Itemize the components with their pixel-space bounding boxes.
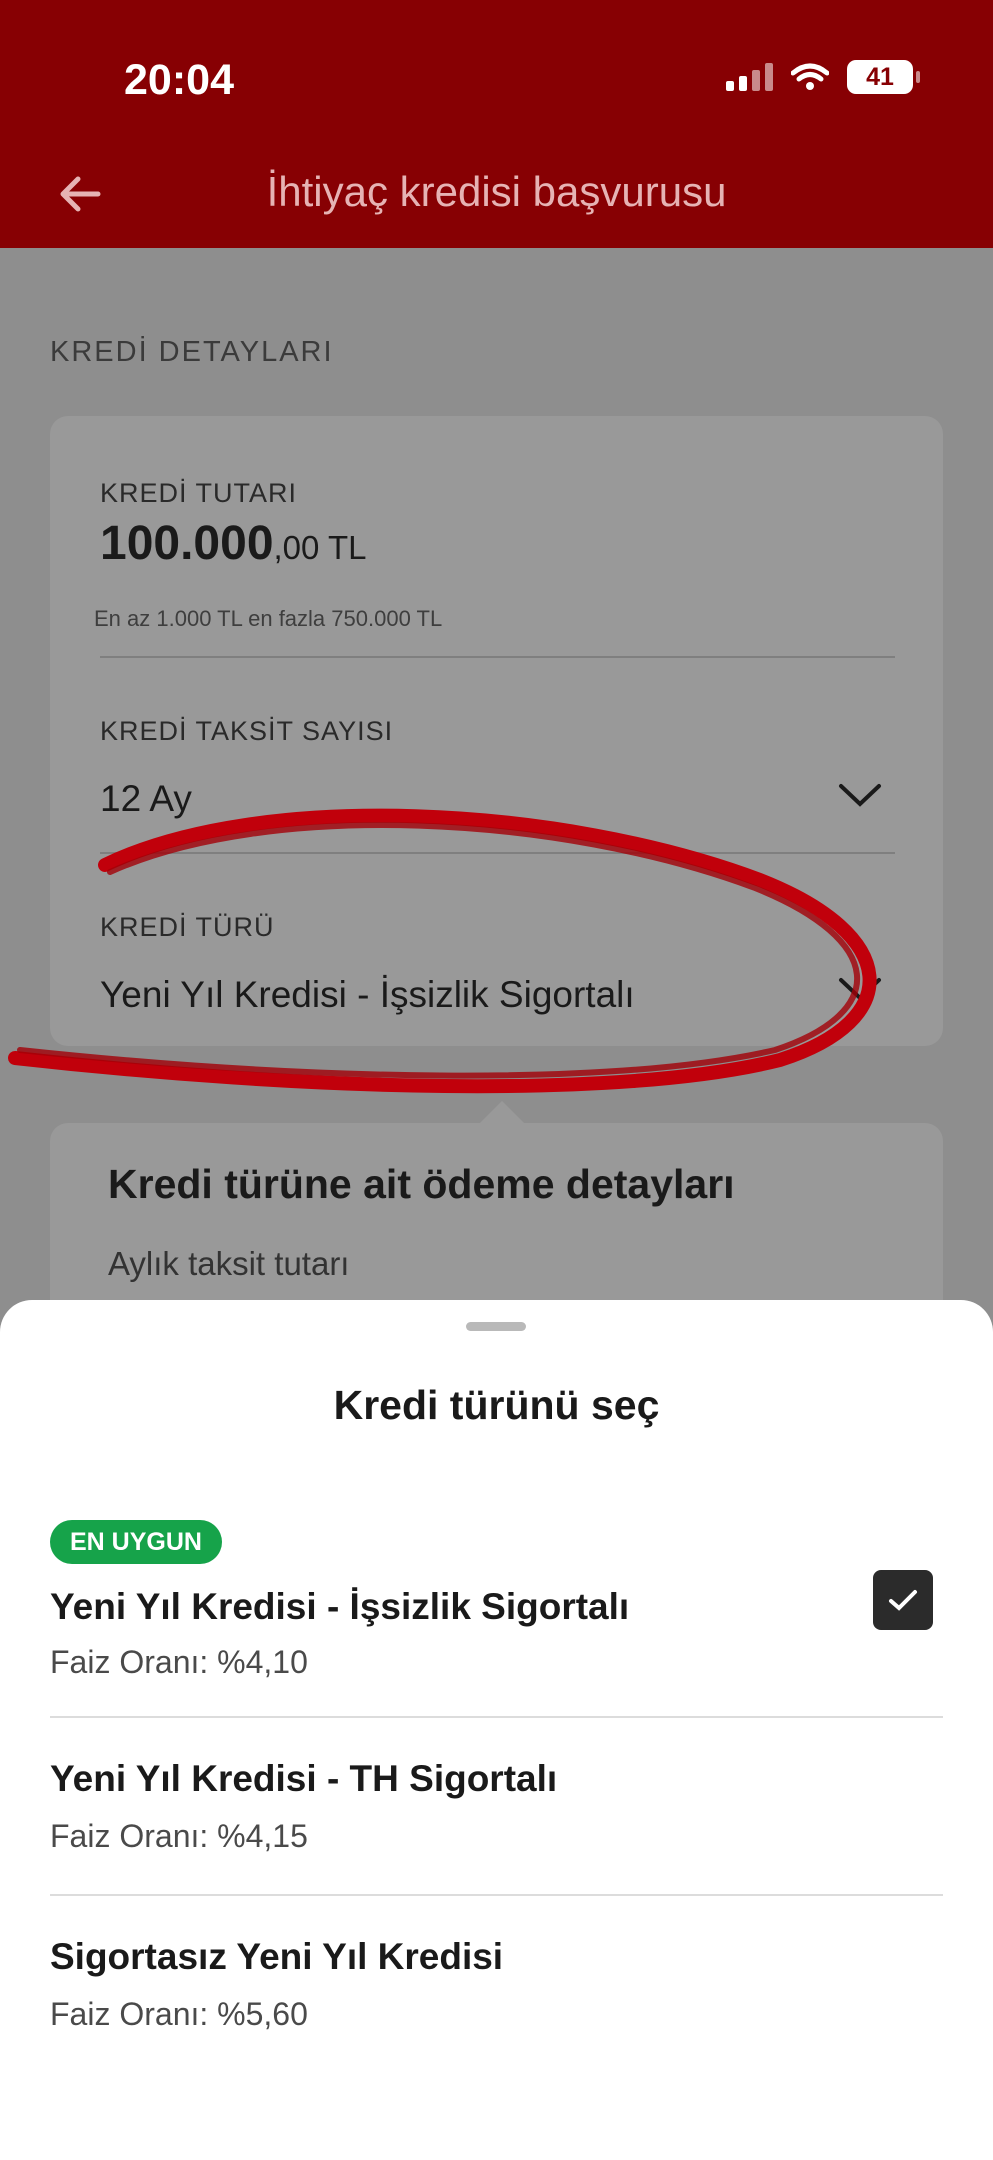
status-icons: 41	[726, 60, 920, 94]
option-name: Yeni Yıl Kredisi - İşsizlik Sigortalı	[50, 1586, 630, 1627]
divider	[100, 656, 895, 658]
credit-option-3[interactable]: Sigortasız Yeni Yıl Kredisi Faiz Oranı: …	[50, 1936, 943, 2076]
section-title: KREDİ DETAYLARI	[50, 336, 334, 368]
chevron-down-icon[interactable]	[837, 780, 883, 810]
payment-details-title: Kredi türüne ait ödeme detayları	[108, 1161, 735, 1207]
credit-details-card: KREDİ TUTARI 100.000,00 TL En az 1.000 T…	[50, 416, 943, 1046]
signal-icon	[726, 63, 773, 91]
app-header: 20:04 41 İhtiyaç kredisi başvurusu	[0, 0, 993, 248]
best-offer-badge: EN UYGUN	[50, 1520, 222, 1564]
amount-decimal: ,00 TL	[273, 529, 367, 566]
credit-type-select[interactable]: Yeni Yıl Kredisi - İşsizlik Sigortalı	[100, 974, 635, 1016]
check-icon	[889, 1590, 917, 1611]
amount-input[interactable]: 100.000,00 TL	[100, 516, 366, 571]
option-rate: Faiz Oranı: %4,15	[50, 1818, 308, 1854]
credit-option-2[interactable]: Yeni Yıl Kredisi - TH Sigortalı Faiz Ora…	[50, 1758, 943, 1898]
installments-label: KREDİ TAKSİT SAYISI	[100, 716, 394, 746]
amount-hint: En az 1.000 TL en fazla 750.000 TL	[94, 606, 443, 631]
wifi-icon	[791, 63, 829, 90]
credit-type-label: KREDİ TÜRÜ	[100, 912, 275, 942]
sheet-title: Kredi türünü seç	[333, 1382, 660, 1428]
chevron-down-icon[interactable]	[837, 974, 883, 1004]
sheet-handle[interactable]	[466, 1322, 526, 1331]
main-content: KREDİ DETAYLARI KREDİ TUTARI 100.000,00 …	[0, 248, 993, 1383]
option-name: Yeni Yıl Kredisi - TH Sigortalı	[50, 1758, 558, 1799]
divider	[50, 1894, 943, 1896]
amount-label: KREDİ TUTARI	[100, 478, 298, 508]
status-time: 20:04	[124, 56, 234, 104]
page-title: İhtiyaç kredisi başvurusu	[266, 168, 727, 215]
option-rate: Faiz Oranı: %5,60	[50, 1996, 308, 2032]
option-name: Sigortasız Yeni Yıl Kredisi	[50, 1936, 504, 1977]
amount-value: 100.000	[100, 517, 274, 570]
battery-icon: 41	[847, 60, 920, 94]
divider	[100, 852, 895, 854]
monthly-installment-label: Aylık taksit tutarı	[108, 1245, 350, 1282]
credit-type-sheet: Kredi türünü seç EN UYGUN Yeni Yıl Kredi…	[0, 1300, 993, 2160]
divider	[50, 1716, 943, 1718]
credit-option-1[interactable]: EN UYGUN Yeni Yıl Kredisi - İşsizlik Sig…	[50, 1520, 943, 1700]
option-rate: Faiz Oranı: %4,10	[50, 1644, 308, 1680]
checkbox-checked[interactable]	[873, 1570, 933, 1630]
installments-select[interactable]: 12 Ay	[100, 778, 192, 820]
